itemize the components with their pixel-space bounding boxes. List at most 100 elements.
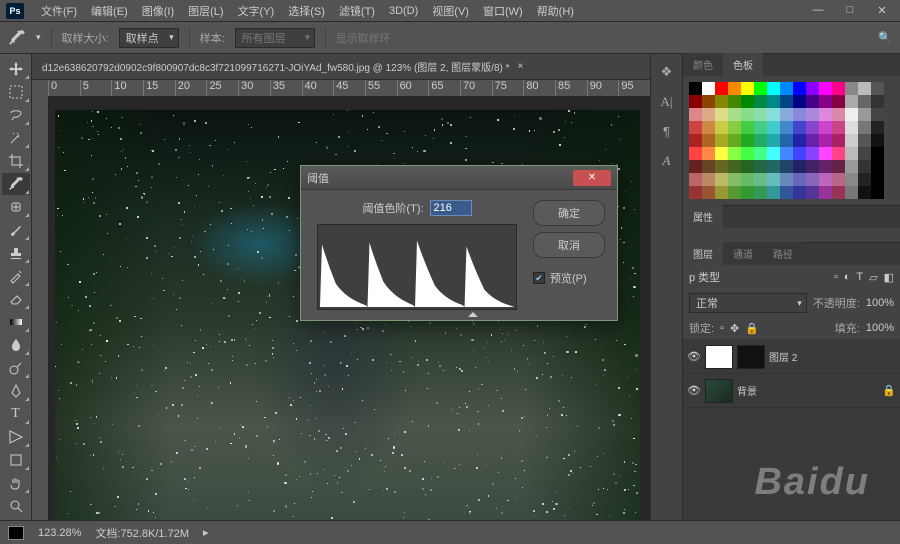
threshold-input[interactable] (430, 200, 472, 216)
menu-edit[interactable]: 编辑(E) (84, 0, 135, 22)
swatch[interactable] (858, 82, 871, 95)
swatch[interactable] (702, 121, 715, 134)
zoom-value[interactable]: 123.28% (38, 527, 81, 539)
swatch[interactable] (689, 147, 702, 160)
swatch[interactable] (806, 147, 819, 160)
swatch[interactable] (832, 95, 845, 108)
tab-layers[interactable]: 图层 (683, 242, 723, 265)
swatch[interactable] (767, 173, 780, 186)
menu-view[interactable]: 视图(V) (425, 0, 476, 22)
swatch[interactable] (871, 160, 884, 173)
swatch[interactable] (715, 108, 728, 121)
swatch[interactable] (780, 108, 793, 121)
swatch[interactable] (728, 108, 741, 121)
swatch[interactable] (754, 173, 767, 186)
swatch[interactable] (793, 108, 806, 121)
swatch[interactable] (767, 82, 780, 95)
swatch[interactable] (819, 134, 832, 147)
filter-icon[interactable]: ▫ (834, 271, 838, 283)
swatch[interactable] (715, 121, 728, 134)
swatch[interactable] (702, 134, 715, 147)
blend-mode-dropdown[interactable]: 正常 (689, 293, 807, 313)
swatch[interactable] (871, 121, 884, 134)
swatch[interactable] (858, 108, 871, 121)
swatch[interactable] (741, 134, 754, 147)
swatch[interactable] (780, 134, 793, 147)
swatch[interactable] (728, 160, 741, 173)
swatch[interactable] (871, 147, 884, 160)
swatch[interactable] (767, 108, 780, 121)
swatch[interactable] (793, 134, 806, 147)
zoom-tool[interactable] (2, 495, 30, 517)
swatch[interactable] (754, 108, 767, 121)
menu-file[interactable]: 文件(F) (34, 0, 84, 22)
swatch[interactable] (858, 121, 871, 134)
threshold-slider[interactable] (468, 307, 478, 317)
close-window-button[interactable]: ✕ (870, 4, 894, 17)
swatch[interactable] (793, 173, 806, 186)
swatch[interactable] (858, 160, 871, 173)
swatch[interactable] (845, 108, 858, 121)
type-tool[interactable]: T (2, 403, 30, 425)
layer-row[interactable]: 👁 背景 🔒 (683, 374, 900, 408)
filter-icon-4[interactable]: ▱ (869, 271, 877, 284)
swatch[interactable] (806, 95, 819, 108)
layer-thumb[interactable] (705, 379, 733, 403)
dodge-tool[interactable] (2, 357, 30, 379)
menu-window[interactable]: 窗口(W) (476, 0, 530, 22)
swatch[interactable] (832, 147, 845, 160)
swatch[interactable] (715, 82, 728, 95)
swatch[interactable] (767, 147, 780, 160)
paragraph-icon[interactable]: ¶ (663, 124, 670, 139)
swatch[interactable] (689, 121, 702, 134)
ok-button[interactable]: 确定 (533, 200, 605, 226)
swatch[interactable] (689, 160, 702, 173)
character-icon[interactable]: A| (661, 94, 673, 110)
lock-position-icon[interactable]: ✥ (730, 322, 739, 335)
path-tool[interactable] (2, 426, 30, 448)
swatch[interactable] (780, 121, 793, 134)
swatch[interactable] (715, 160, 728, 173)
swatch[interactable] (793, 160, 806, 173)
blur-tool[interactable] (2, 334, 30, 356)
swatch[interactable] (845, 173, 858, 186)
preview-checkbox[interactable]: ✔ 预览(P) (533, 270, 605, 286)
eraser-tool[interactable] (2, 288, 30, 310)
swatch[interactable] (780, 147, 793, 160)
swatch[interactable] (767, 186, 780, 199)
swatch[interactable] (780, 173, 793, 186)
maximize-button[interactable]: □ (838, 4, 862, 17)
swatch[interactable] (715, 186, 728, 199)
swatch[interactable] (689, 173, 702, 186)
swatch[interactable] (793, 186, 806, 199)
minimize-button[interactable]: — (806, 4, 830, 17)
history-icon[interactable]: ❖ (661, 64, 673, 80)
swatch[interactable] (702, 147, 715, 160)
swatch[interactable] (845, 82, 858, 95)
layer-thumb[interactable] (705, 345, 733, 369)
swatch[interactable] (702, 186, 715, 199)
swatch[interactable] (689, 108, 702, 121)
fill-value[interactable]: 100% (866, 322, 894, 334)
swatch[interactable] (780, 82, 793, 95)
menu-image[interactable]: 图像(I) (135, 0, 181, 22)
swatch[interactable] (793, 147, 806, 160)
tab-color[interactable]: 颜色 (683, 53, 723, 76)
menu-filter[interactable]: 滤镜(T) (332, 0, 382, 22)
swatch[interactable] (741, 82, 754, 95)
marquee-tool[interactable] (2, 81, 30, 103)
swatch[interactable] (832, 108, 845, 121)
swatch[interactable] (741, 186, 754, 199)
swatch[interactable] (715, 173, 728, 186)
stamp-tool[interactable] (2, 242, 30, 264)
swatch[interactable] (806, 160, 819, 173)
menu-3d[interactable]: 3D(D) (382, 2, 425, 20)
swatch[interactable] (754, 147, 767, 160)
close-icon[interactable]: ✕ (573, 170, 611, 186)
swatch[interactable] (702, 173, 715, 186)
swatch[interactable] (832, 186, 845, 199)
swatch[interactable] (832, 82, 845, 95)
swatch[interactable] (858, 173, 871, 186)
swatch[interactable] (754, 186, 767, 199)
swatch[interactable] (871, 134, 884, 147)
